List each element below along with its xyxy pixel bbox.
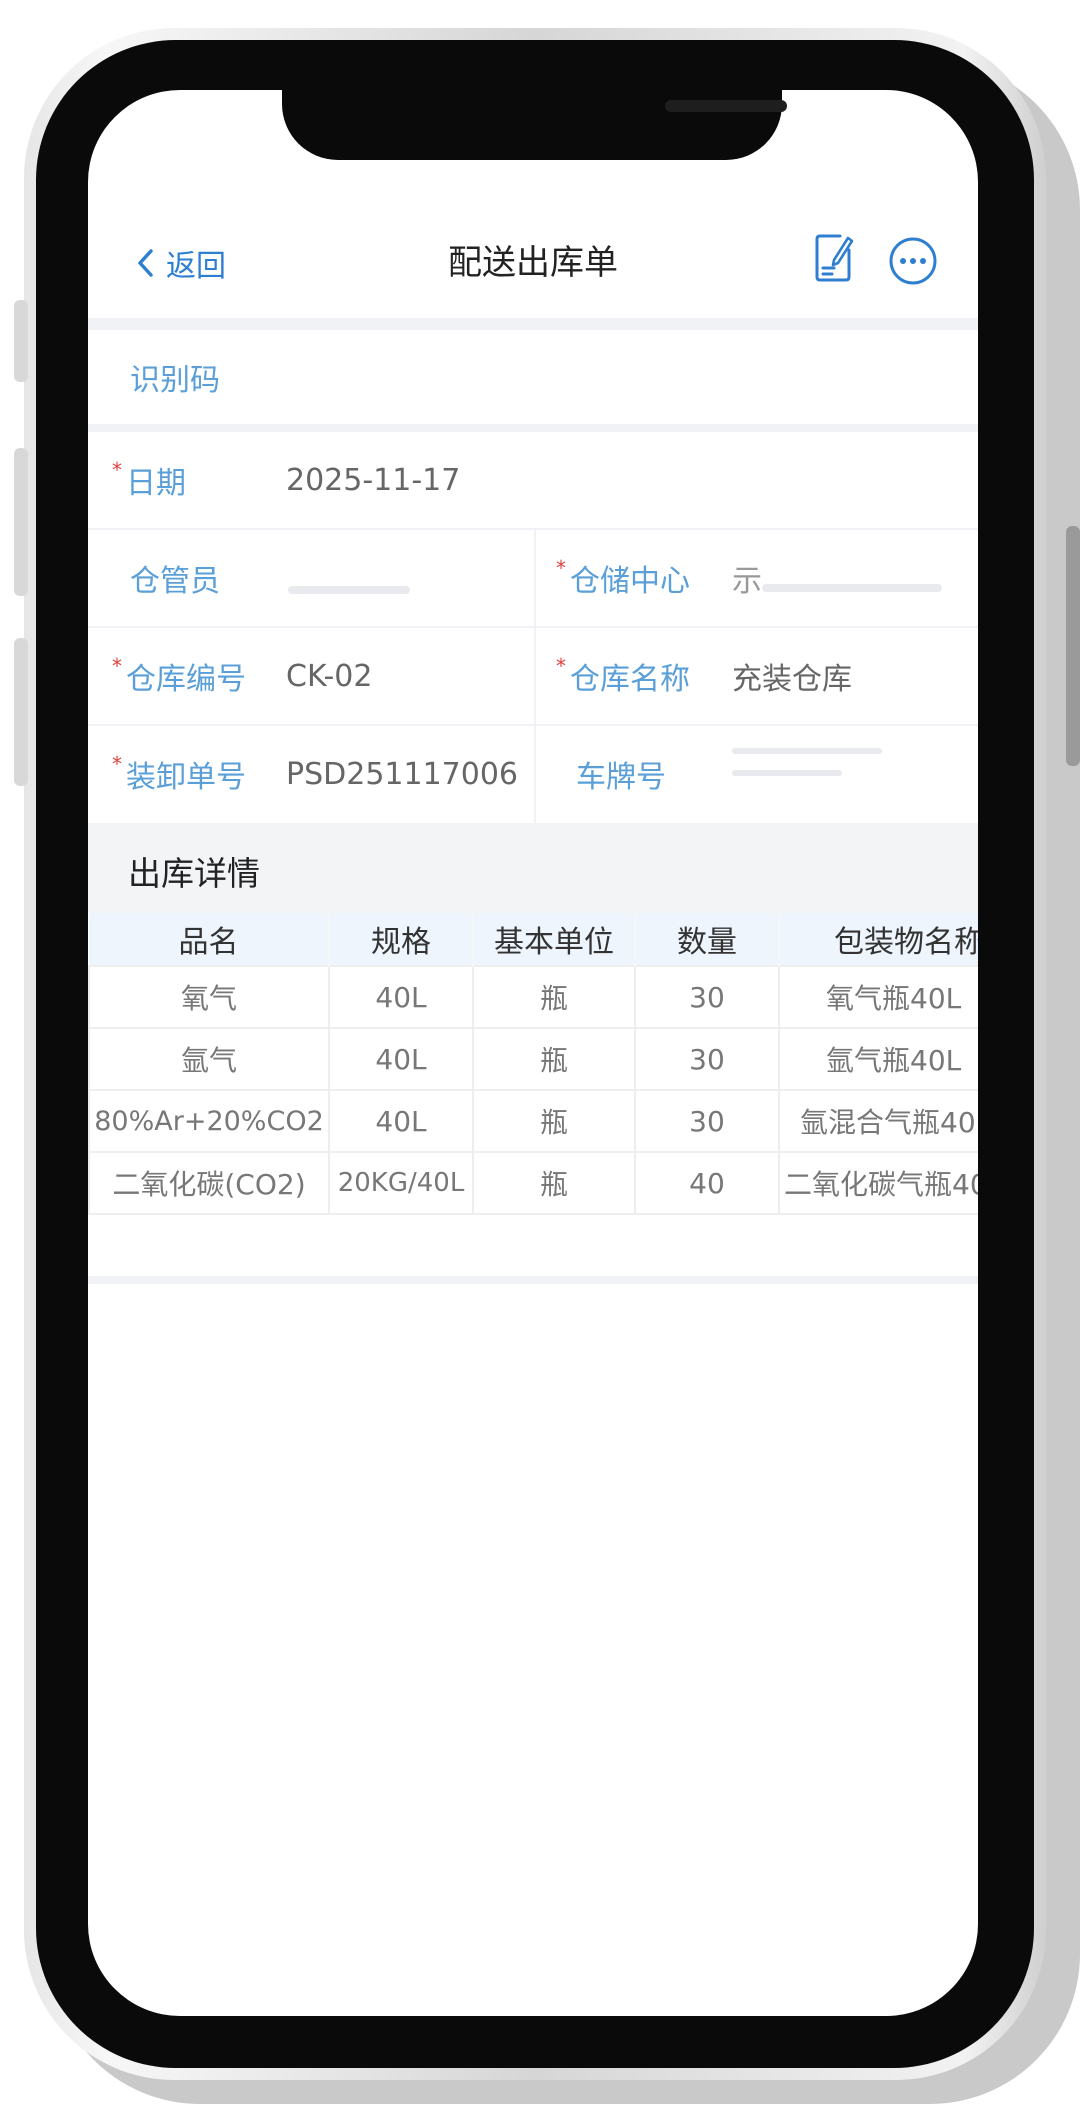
- table-row[interactable]: 氧气 40L 瓶 30 氧气瓶40L: [88, 965, 978, 1029]
- mute-switch: [14, 300, 28, 382]
- plate-label: 车牌号: [576, 760, 666, 795]
- loading-no-value: PSD251117006: [286, 756, 519, 792]
- id-code-row[interactable]: 识别码: [88, 330, 978, 426]
- warehouse-no-value: CK-02: [286, 658, 373, 694]
- center-label-wrap: * 仓储中心: [556, 530, 690, 626]
- plate-value-redacted-2: [732, 770, 842, 776]
- section-divider: [88, 424, 978, 432]
- table-row[interactable]: 二氧化碳(CO2) 20KG/40L 瓶 40 二氧化碳气瓶40L: [88, 1151, 978, 1215]
- col-header-name: 品名: [89, 913, 330, 966]
- col-header-spec: 规格: [329, 913, 474, 966]
- warehouse-name-field[interactable]: * 仓库名称 充装仓库: [534, 628, 978, 724]
- cell-unit: 瓶: [472, 965, 636, 1029]
- volume-down-button: [14, 638, 28, 786]
- loading-no-field[interactable]: * 装卸单号 PSD251117006: [88, 726, 532, 823]
- warehouse-no-label-wrap: * 仓库编号: [112, 628, 246, 724]
- plate-value-redacted: [732, 748, 882, 754]
- table-bottom-divider: [88, 1276, 978, 1284]
- id-code-label-wrap: 识别码: [130, 330, 220, 424]
- warehouse-no-field[interactable]: * 仓库编号 CK-02: [88, 628, 532, 724]
- cell-name: 氧气: [88, 965, 330, 1029]
- warehouse-name-label-wrap: * 仓库名称: [556, 628, 690, 724]
- cell-spec: 40L: [328, 1027, 474, 1091]
- keeper-label-wrap: 仓管员: [130, 530, 220, 626]
- plate-label-wrap: 车牌号: [576, 726, 666, 822]
- power-button: [1066, 526, 1080, 766]
- warehouse-row: * 仓库编号 CK-02 * 仓库名称 充装仓库: [88, 628, 978, 726]
- date-value: 2025-11-17: [286, 462, 461, 498]
- required-mark: *: [112, 458, 122, 482]
- warehouse-no-label: 仓库编号: [126, 662, 246, 697]
- warehouse-no-value-wrap: CK-02: [286, 628, 372, 724]
- cell-unit: 瓶: [472, 1089, 636, 1153]
- table-row[interactable]: 80%Ar+20%CO2 40L 瓶 30 氩混合气瓶40L: [88, 1089, 978, 1153]
- date-label-wrap: * 日期: [112, 432, 186, 528]
- storage-center-field[interactable]: * 仓储中心 示: [534, 530, 978, 626]
- cell-qty: 40: [634, 1151, 780, 1215]
- required-mark: *: [112, 752, 122, 776]
- edit-icon[interactable]: [814, 232, 854, 288]
- id-code-label: 识别码: [130, 363, 220, 398]
- center-label: 仓储中心: [570, 564, 690, 599]
- loading-no-label: 装卸单号: [126, 760, 246, 795]
- detail-table: 品名 规格 基本单位 数量 包装物名称 氧气 40L 瓶 30 氧气瓶40L 氩…: [88, 913, 978, 1215]
- required-mark: *: [556, 654, 566, 678]
- col-header-package: 包装物名称: [779, 913, 978, 966]
- warehouse-name-value: 充装仓库: [732, 662, 852, 697]
- date-label: 日期: [126, 466, 186, 501]
- loading-row: * 装卸单号 PSD251117006 车牌号: [88, 726, 978, 823]
- center-value-redacted: [762, 584, 942, 592]
- col-header-qty: 数量: [635, 913, 780, 966]
- center-value-wrap: 示: [732, 530, 762, 626]
- speaker: [665, 100, 787, 112]
- plate-field[interactable]: 车牌号: [534, 726, 978, 823]
- keeper-field[interactable]: 仓管员: [88, 530, 532, 626]
- stage: 返回 配送出库单 识别码 * 日期 2025-11-17 仓管员 * 仓储中心 …: [0, 0, 1080, 2104]
- keeper-label: 仓管员: [130, 564, 220, 599]
- warehouse-name-value-wrap: 充装仓库: [732, 628, 852, 724]
- cell-qty: 30: [634, 1027, 780, 1091]
- volume-up-button: [14, 448, 28, 596]
- warehouse-name-label: 仓库名称: [570, 662, 690, 697]
- cell-qty: 30: [634, 965, 780, 1029]
- screen: 返回 配送出库单 识别码 * 日期 2025-11-17 仓管员 * 仓储中心 …: [88, 90, 978, 2016]
- nav-divider: [88, 318, 978, 330]
- cell-name: 二氧化碳(CO2): [88, 1151, 330, 1215]
- table-header-row: 品名 规格 基本单位 数量 包装物名称: [89, 913, 978, 966]
- required-mark: *: [112, 654, 122, 678]
- date-row[interactable]: * 日期 2025-11-17: [88, 432, 978, 530]
- center-value: 示: [732, 564, 762, 599]
- cell-package: 氩混合气瓶40L: [778, 1089, 978, 1153]
- table-row[interactable]: 氩气 40L 瓶 30 氩气瓶40L: [88, 1027, 978, 1091]
- loading-no-label-wrap: * 装卸单号: [112, 726, 246, 822]
- detail-section-title: 出库详情: [128, 854, 260, 893]
- cell-name: 80%Ar+20%CO2: [88, 1089, 330, 1153]
- date-value-wrap: 2025-11-17: [286, 432, 460, 528]
- detail-section-header: 出库详情: [88, 823, 978, 913]
- cell-qty: 30: [634, 1089, 780, 1153]
- cell-package: 二氧化碳气瓶40L: [778, 1151, 978, 1215]
- cell-spec: 40L: [328, 1089, 474, 1153]
- cell-package: 氧气瓶40L: [778, 965, 978, 1029]
- required-mark: *: [556, 556, 566, 580]
- cell-spec: 20KG/40L: [328, 1151, 474, 1215]
- more-icon[interactable]: [888, 236, 938, 290]
- keeper-value-redacted: [288, 586, 410, 594]
- keeper-center-row: 仓管员 * 仓储中心 示: [88, 530, 978, 628]
- col-header-unit: 基本单位: [473, 913, 636, 966]
- nav-bar: 返回 配送出库单: [88, 220, 978, 310]
- notch: [282, 90, 787, 160]
- cell-package: 氩气瓶40L: [778, 1027, 978, 1091]
- cell-name: 氩气: [88, 1027, 330, 1091]
- cell-spec: 40L: [328, 965, 474, 1029]
- cell-unit: 瓶: [472, 1151, 636, 1215]
- loading-no-value-wrap: PSD251117006: [286, 726, 518, 822]
- cell-unit: 瓶: [472, 1027, 636, 1091]
